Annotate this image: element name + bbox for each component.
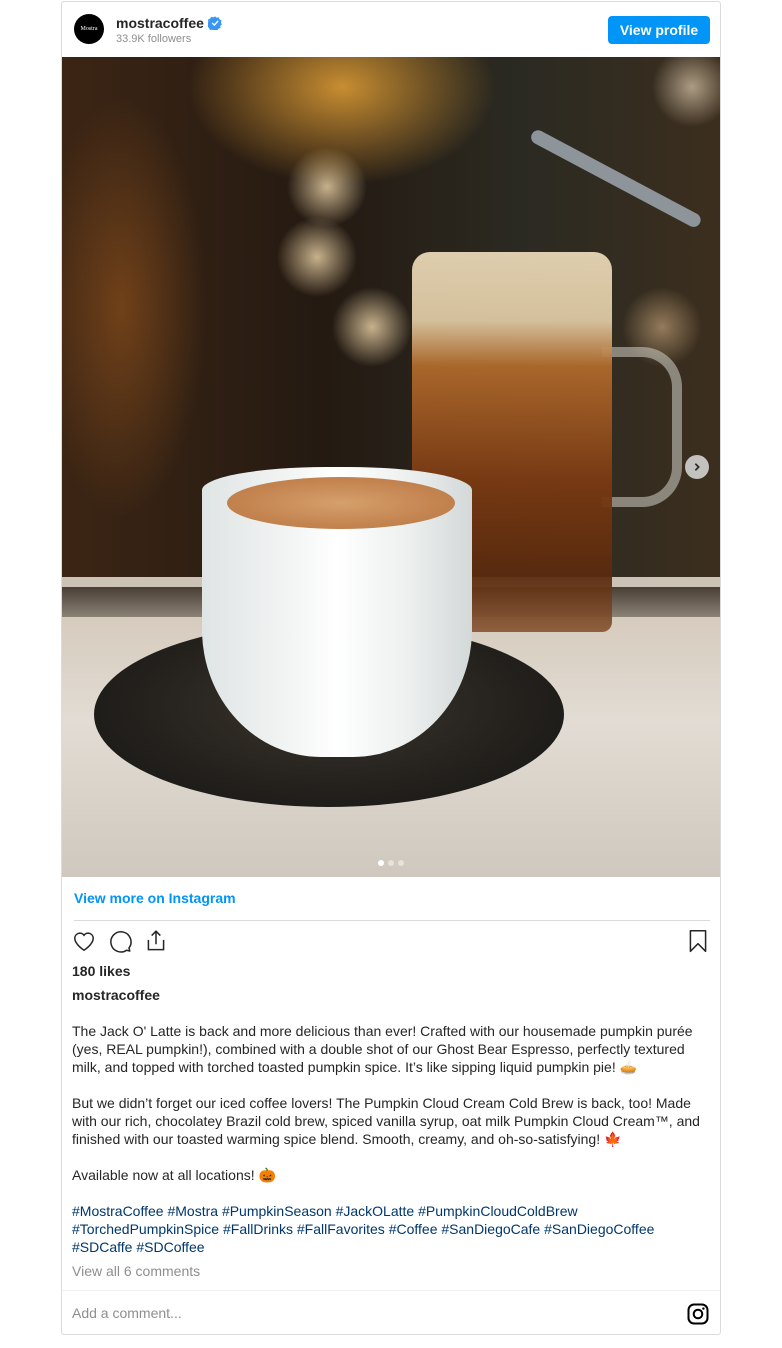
hashtag-link[interactable]: #Coffee bbox=[389, 1221, 438, 1237]
latte-foam bbox=[227, 477, 455, 529]
share-icon bbox=[147, 930, 165, 951]
comment-input[interactable] bbox=[72, 1303, 652, 1323]
like-button[interactable] bbox=[71, 928, 97, 954]
hashtag-link[interactable]: #PumpkinSeason bbox=[222, 1203, 332, 1219]
hashtag-link[interactable]: #JackOLatte bbox=[336, 1203, 415, 1219]
divider bbox=[74, 920, 710, 921]
bookmark-icon bbox=[689, 929, 707, 953]
hashtag-link[interactable]: #Mostra bbox=[167, 1203, 218, 1219]
hashtag-link[interactable]: #TorchedPumpkinSpice bbox=[72, 1221, 219, 1237]
follower-count: 33.9K followers bbox=[116, 33, 192, 45]
hashtag-link[interactable]: #SanDiegoCafe bbox=[441, 1221, 540, 1237]
caption-paragraph: Available now at all locations! 🎃 bbox=[72, 1167, 276, 1183]
heart-icon bbox=[74, 932, 94, 952]
verified-badge-icon bbox=[206, 16, 222, 32]
chevron-right-icon bbox=[694, 463, 700, 471]
view-all-comments-link[interactable]: View all 6 comments bbox=[72, 1263, 200, 1279]
hashtag-link[interactable]: #SDCaffe bbox=[72, 1239, 132, 1255]
avatar-logo-text: Mostra bbox=[80, 26, 98, 32]
caption-username[interactable]: mostracoffee bbox=[72, 987, 160, 1003]
carousel-next-button[interactable] bbox=[685, 455, 709, 479]
comment-bar bbox=[62, 1290, 720, 1334]
post-header: Mostra mostracoffee 33.9K followers View… bbox=[62, 2, 720, 57]
caption-paragraph: The Jack O' Latte is back and more delic… bbox=[72, 1023, 693, 1075]
caption-text: The Jack O' Latte is back and more delic… bbox=[72, 1022, 712, 1202]
carousel-dot bbox=[398, 860, 404, 866]
instagram-embed: Mostra mostracoffee 33.9K followers View… bbox=[61, 1, 721, 1335]
comment-button[interactable] bbox=[107, 928, 133, 954]
post-image[interactable] bbox=[62, 57, 720, 877]
hashtag-link[interactable]: #PumpkinCloudColdBrew bbox=[418, 1203, 578, 1219]
hashtag-list: #MostraCoffee #Mostra #PumpkinSeason #Ja… bbox=[72, 1202, 712, 1256]
hashtag-link[interactable]: #SanDiegoCoffee bbox=[544, 1221, 654, 1237]
carousel-indicator bbox=[62, 860, 720, 866]
comment-icon bbox=[110, 931, 132, 953]
hashtag-link[interactable]: #FallFavorites bbox=[297, 1221, 385, 1237]
username[interactable]: mostracoffee bbox=[116, 15, 204, 31]
avatar[interactable]: Mostra bbox=[74, 14, 104, 44]
save-button[interactable] bbox=[685, 928, 711, 954]
hashtag-link[interactable]: #SDCoffee bbox=[136, 1239, 204, 1255]
hashtag-link[interactable]: #FallDrinks bbox=[223, 1221, 293, 1237]
carousel-dot bbox=[388, 860, 394, 866]
jar-handle bbox=[602, 347, 682, 507]
hashtag-link[interactable]: #MostraCoffee bbox=[72, 1203, 164, 1219]
share-button[interactable] bbox=[143, 928, 169, 954]
view-more-link[interactable]: View more on Instagram bbox=[74, 890, 236, 906]
likes-count[interactable]: 180 likes bbox=[72, 963, 130, 979]
carousel-dot bbox=[378, 860, 384, 866]
view-profile-button[interactable]: View profile bbox=[608, 16, 710, 44]
caption-paragraph: But we didn’t forget our iced coffee lov… bbox=[72, 1095, 700, 1147]
instagram-icon[interactable] bbox=[686, 1302, 710, 1326]
